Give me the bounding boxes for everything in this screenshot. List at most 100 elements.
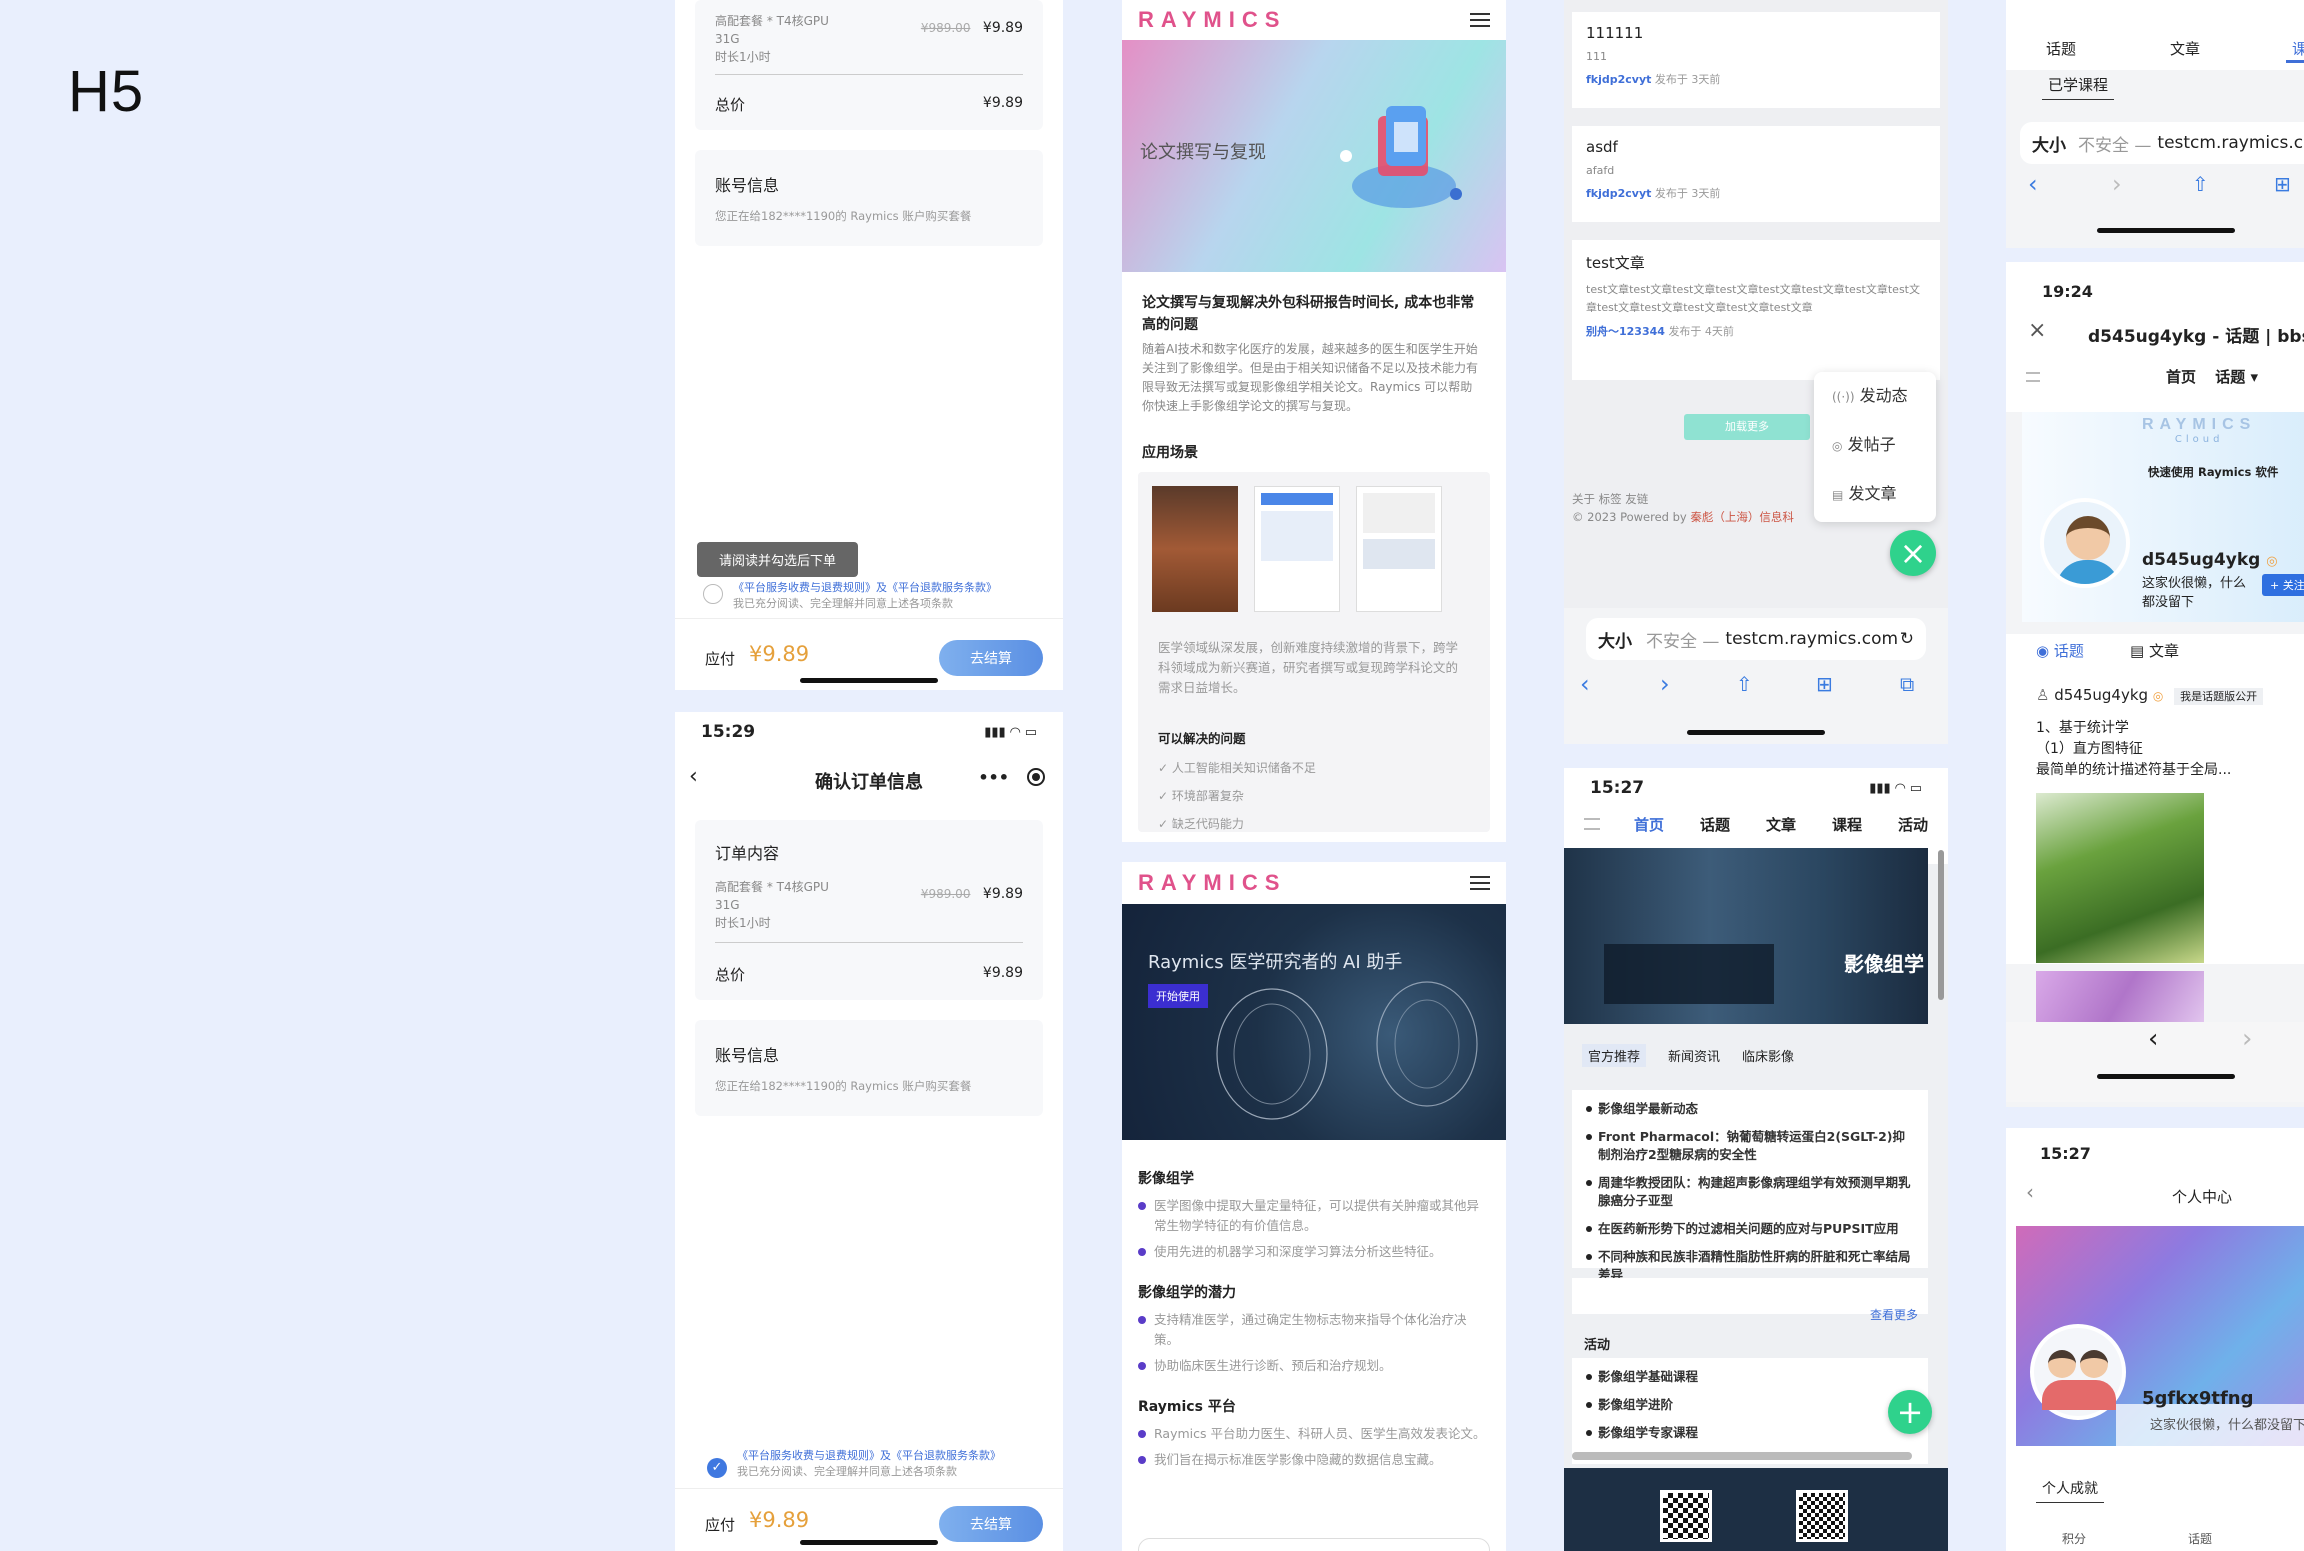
clock: 15:29 xyxy=(701,722,756,742)
news-item[interactable]: 周建华教授团队：构建超声影像病理组学有效预测早期乳腺癌分子亚型 xyxy=(1584,1174,1916,1210)
forward-icon[interactable]: › xyxy=(1660,670,1670,698)
input-area[interactable] xyxy=(1138,1538,1490,1551)
menu-icon[interactable] xyxy=(2026,372,2040,382)
raymics-home-screen: RAYMICS Raymics 医学研究者的 AI 助手 开始使用 影像组学 医… xyxy=(1122,862,1506,1551)
nav-activity[interactable]: 活动 xyxy=(1898,814,1928,835)
post-meta: 发布于 4天前 xyxy=(1668,325,1734,338)
tab-topic[interactable]: 话题 xyxy=(2046,38,2076,59)
news-item[interactable]: Front Pharmacol：钠葡萄糖转运蛋白2(SGLT-2)抑制剂治疗2型… xyxy=(1584,1128,1916,1164)
activity-list: 影像组学基础课程 影像组学进阶 影像组学专家课程 xyxy=(1572,1358,1928,1464)
nav-course[interactable]: 课程 xyxy=(1832,814,1862,835)
close-icon[interactable]: × xyxy=(2028,318,2046,343)
agreement-link[interactable]: 《平台服务收费与退费规则》及《平台退款服务条款》 xyxy=(733,580,997,596)
agree-checkbox[interactable] xyxy=(703,584,723,604)
nav-topic[interactable]: 话题 xyxy=(1700,814,1730,835)
news-item[interactable]: 在医药新形势下的过滤相关问题的应对与PUPSIT应用 xyxy=(1584,1220,1916,1238)
raymics-logo[interactable]: RAYMICS xyxy=(1138,870,1286,896)
post-card[interactable]: asdf afafd fkjdp2cvyt 发布于 3天前 xyxy=(1572,126,1940,222)
text-size-button[interactable]: 大小 xyxy=(1598,627,1632,652)
close-miniapp-icon[interactable] xyxy=(1027,768,1045,786)
post-card[interactable]: test文章 test文章test文章test文章test文章test文章tes… xyxy=(1572,240,1940,380)
back-icon[interactable]: ‹ xyxy=(1580,670,1590,698)
bullet-item: Raymics 平台助力医生、科研人员、医学生高效发表论文。 xyxy=(1138,1424,1486,1444)
post-author[interactable]: fkjdp2cvyt xyxy=(1586,73,1651,86)
forward-icon[interactable]: › xyxy=(2112,170,2122,198)
follow-button[interactable]: + 关注 xyxy=(2262,574,2304,596)
topic-post[interactable]: ♙ d545ug4ykg ◎ 我是话题版公开 1、基于统计学 （1）直方图特征 … xyxy=(2006,672,2304,1031)
post-title: test文章 xyxy=(1586,254,1645,272)
tabs-icon[interactable]: ⧉ xyxy=(1900,672,1914,696)
bookmarks-icon[interactable]: ⊞ xyxy=(2274,172,2291,196)
activity-title: 活动 xyxy=(1584,1338,1611,1353)
forward-icon[interactable]: › xyxy=(2242,1024,2252,1054)
back-icon[interactable]: ‹ xyxy=(2148,1024,2158,1054)
url-bar[interactable]: 大小 不安全 — testcm.raymics.co xyxy=(2020,122,2304,164)
bullet-item: 支持精准医学，通过确定生物标志物来指导个体化治疗决策。 xyxy=(1138,1310,1486,1350)
more-icon[interactable]: ••• xyxy=(978,768,1009,787)
tab-clinical[interactable]: 临床影像 xyxy=(1742,1044,1794,1067)
raymics-logo[interactable]: RAYMICS xyxy=(1138,7,1286,33)
avatar[interactable] xyxy=(2040,498,2130,588)
menu-item-article[interactable]: ▤ 发文章 xyxy=(1832,470,1936,519)
hero-banner[interactable]: 影像组学 xyxy=(1564,848,1928,1024)
tab-official[interactable]: 官方推荐 xyxy=(1582,1044,1647,1067)
avatar[interactable] xyxy=(2030,1324,2126,1420)
nav-topic[interactable]: 话题 xyxy=(2215,368,2245,386)
activity-item[interactable]: 影像组学进阶 xyxy=(1584,1396,1916,1414)
nav-home[interactable]: 首页 xyxy=(2166,368,2196,386)
menu-icon[interactable] xyxy=(1470,876,1490,890)
profile-banner: 5gfkx9tfng 这家伙很懒，什么都没留下 xyxy=(2016,1226,2304,1446)
tab-article[interactable]: ▤ 文章 xyxy=(2130,640,2179,661)
checkout-button[interactable]: 去结算 xyxy=(939,1506,1043,1542)
activity-item[interactable]: 影像组学基础课程 xyxy=(1584,1368,1916,1386)
tab-news[interactable]: 新闻资讯 xyxy=(1668,1044,1720,1067)
tab-course[interactable]: 课 xyxy=(2292,38,2304,59)
purchased-label[interactable]: 已学课程 xyxy=(2042,74,2115,100)
scene-image-ct xyxy=(1152,486,1238,612)
nav-article[interactable]: 文章 xyxy=(1766,814,1796,835)
menu-item-moment[interactable]: ((·)) 发动态 xyxy=(1832,372,1936,421)
share-icon[interactable]: ⇧ xyxy=(2192,172,2209,196)
back-icon[interactable]: ‹ xyxy=(2026,1180,2034,1204)
news-item[interactable]: 影像组学最新动态 xyxy=(1584,1100,1916,1118)
text-size-button[interactable]: 大小 xyxy=(2032,131,2066,156)
home-indicator xyxy=(1687,730,1825,735)
url-bar[interactable]: 大小 不安全 — testcm.raymics.com ↻ xyxy=(1586,618,1926,660)
checkout-button[interactable]: 去结算 xyxy=(939,640,1043,676)
menu-icon[interactable] xyxy=(1470,13,1490,27)
footer-links[interactable]: 关于 标签 友链 xyxy=(1572,490,1794,508)
activity-item[interactable]: 影像组学专家课程 xyxy=(1584,1424,1916,1442)
monitor-illustration xyxy=(1604,944,1774,1004)
post-author[interactable]: 别舟～123344 xyxy=(1586,325,1665,338)
home-indicator xyxy=(2097,1074,2235,1079)
post-image-plants[interactable] xyxy=(2036,793,2204,963)
divider xyxy=(675,1488,1063,1489)
see-more-link[interactable]: 查看更多 xyxy=(1870,1306,1918,1323)
agree-checkbox-checked[interactable]: ✓ xyxy=(707,1458,727,1478)
banner-text: 论文撰写与复现 xyxy=(1140,142,1266,163)
paper-service-screen: RAYMICS 论文撰写与复现 论文撰写与复现解决外包科研报告时间长, 成本也非… xyxy=(1122,0,1506,842)
account-card: 账号信息 您正在给182****1190的 Raymics 账户购买套餐 xyxy=(695,1020,1043,1116)
agreement-link[interactable]: 《平台服务收费与退费规则》及《平台退款服务条款》 xyxy=(737,1448,1001,1464)
share-icon[interactable]: ⇧ xyxy=(1736,672,1753,696)
load-more-button[interactable]: 加载更多 xyxy=(1684,414,1810,440)
bookmarks-icon[interactable]: ⊞ xyxy=(1816,672,1833,696)
reload-icon[interactable]: ↻ xyxy=(1900,629,1914,649)
menu-icon[interactable] xyxy=(1584,818,1600,830)
post-author[interactable]: fkjdp2cvyt xyxy=(1586,187,1651,200)
tab-topic[interactable]: ◉ 话题 xyxy=(2036,640,2084,661)
add-fab-icon[interactable]: + xyxy=(1888,1390,1932,1434)
scrollbar[interactable] xyxy=(1938,850,1944,1000)
horizontal-scrollbar[interactable] xyxy=(1572,1452,1912,1460)
back-icon[interactable]: ‹ xyxy=(2028,170,2038,198)
post-user[interactable]: d545ug4ykg xyxy=(2054,686,2148,704)
problem-item: ✓ 人工智能相关知识储备不足 xyxy=(1158,761,1316,775)
close-fab-icon[interactable]: × xyxy=(1890,530,1936,576)
menu-item-post[interactable]: ◎ 发帖子 xyxy=(1832,421,1936,470)
home-indicator xyxy=(2097,228,2235,233)
tab-article[interactable]: 文章 xyxy=(2170,38,2200,59)
nav-home[interactable]: 首页 xyxy=(1634,814,1664,835)
bullet-item: 我们旨在揭示标准医学影像中隐藏的数据信息宝藏。 xyxy=(1138,1450,1486,1470)
total-value: ¥9.89 xyxy=(982,95,1023,111)
post-card[interactable]: 111111 111 fkjdp2cvyt 发布于 3天前 xyxy=(1572,12,1940,108)
